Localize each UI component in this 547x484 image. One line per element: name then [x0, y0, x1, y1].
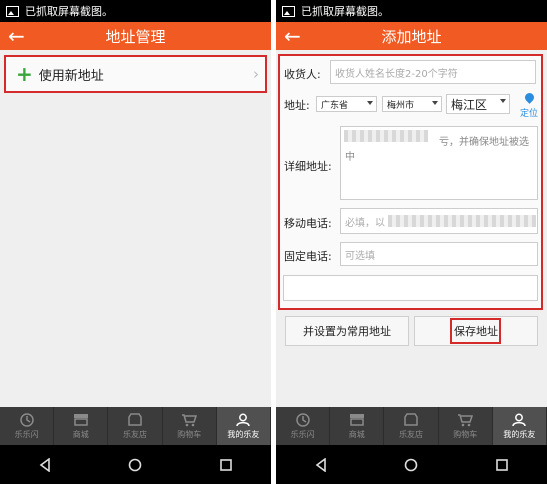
- tab-my-leyou[interactable]: 我的乐友: [492, 407, 547, 445]
- status-bar: 已抓取屏幕截图。: [276, 0, 547, 22]
- system-nav-bar: [276, 445, 547, 484]
- chevron-right-icon: ›: [253, 65, 259, 83]
- mobile-label: 移动电话:: [284, 217, 332, 230]
- locate-label[interactable]: 定位: [520, 106, 538, 119]
- bottom-tab-bar: 乐乐闪 商城 乐友店 购物车 我的乐友: [276, 407, 547, 445]
- new-address-label: 使用新地址: [38, 68, 104, 84]
- tab-label: 商城: [348, 429, 365, 439]
- status-bar: 已抓取屏幕截图。: [0, 0, 271, 22]
- page-title: 地址管理: [105, 27, 166, 46]
- tab-my-leyou[interactable]: 我的乐友: [216, 407, 271, 445]
- city-select[interactable]: 梅州市: [382, 96, 442, 112]
- store-icon: [73, 413, 89, 427]
- detail-hint: 亏，并确保地址被选: [439, 137, 529, 148]
- mobile-placeholder: 必填，以: [345, 217, 385, 229]
- system-nav-bar: [0, 445, 271, 484]
- recipient-label: 收货人:: [284, 68, 321, 81]
- header: ← 地址管理: [0, 22, 271, 50]
- cart-icon: [457, 413, 474, 427]
- nav-home-icon[interactable]: [399, 453, 423, 477]
- store-icon: [349, 413, 365, 427]
- tab-lelesan[interactable]: 乐乐闪: [276, 407, 331, 445]
- user-icon: [511, 413, 527, 427]
- status-text: 已抓取屏幕截图。: [25, 5, 113, 18]
- dropdown-arrow-icon: [432, 101, 438, 105]
- nav-back-icon[interactable]: [33, 453, 57, 477]
- tab-label: 乐乐闪: [14, 429, 39, 439]
- tab-mall[interactable]: 商城: [54, 407, 109, 445]
- screenshot-icon: [282, 5, 295, 17]
- district-value: 梅江区: [451, 97, 488, 112]
- screenshot-icon: [6, 5, 19, 17]
- dropdown-arrow-icon: [500, 99, 506, 103]
- save-highlight: [450, 318, 501, 344]
- back-arrow-icon[interactable]: ←: [8, 25, 25, 47]
- back-arrow-icon[interactable]: ←: [284, 25, 301, 47]
- tab-cart[interactable]: 购物车: [439, 407, 493, 445]
- recipient-input[interactable]: 收货人姓名长度2-20个字符: [330, 60, 536, 84]
- tab-leyou-store[interactable]: 乐友店: [384, 407, 439, 445]
- plus-icon: +: [16, 62, 33, 86]
- tab-lelesan[interactable]: 乐乐闪: [0, 407, 55, 445]
- dropdown-arrow-icon: [367, 101, 373, 105]
- district-select[interactable]: 梅江区: [446, 94, 510, 114]
- page-title: 添加地址: [381, 27, 442, 46]
- landline-input[interactable]: 可选填: [340, 242, 538, 266]
- extra-input[interactable]: [283, 275, 538, 301]
- redacted-text: [344, 130, 428, 142]
- tab-label: 我的乐友: [503, 429, 536, 439]
- header: ← 添加地址: [276, 22, 547, 50]
- city-value: 梅州市: [387, 100, 415, 111]
- tab-label: 乐友店: [399, 429, 423, 439]
- cart-icon: [181, 413, 198, 427]
- phone-label: 固定电话:: [284, 250, 332, 263]
- tab-label: 购物车: [453, 429, 478, 439]
- clock-icon: [295, 412, 311, 427]
- nav-recents-icon[interactable]: [490, 453, 514, 477]
- detail-address-label: 详细地址:: [284, 160, 332, 173]
- clock-icon: [19, 412, 35, 427]
- tab-label: 商城: [72, 429, 89, 439]
- tab-label: 乐乐闪: [290, 429, 315, 439]
- detail-hint-continued: 中: [345, 152, 355, 163]
- shop-icon: [127, 413, 143, 427]
- left-screen: 已抓取屏幕截图。 ← 地址管理 + 使用新地址 › 乐乐闪 商城 乐友店 购物车…: [0, 0, 271, 484]
- set-default-address-button[interactable]: 并设置为常用地址: [285, 316, 409, 346]
- bottom-tab-bar: 乐乐闪 商城 乐友店 购物车 我的乐友: [0, 407, 271, 445]
- nav-home-icon[interactable]: [123, 453, 147, 477]
- status-text: 已抓取屏幕截图。: [301, 5, 389, 18]
- nav-recents-icon[interactable]: [214, 453, 238, 477]
- tab-label: 乐友店: [123, 429, 147, 439]
- tab-leyou-store[interactable]: 乐友店: [108, 407, 163, 445]
- user-icon: [235, 413, 251, 427]
- province-value: 广东省: [321, 100, 349, 111]
- tab-label: 购物车: [177, 429, 202, 439]
- address-label: 地址:: [284, 99, 310, 112]
- redacted-phone: [388, 215, 536, 227]
- tab-label: 我的乐友: [227, 429, 260, 439]
- shop-icon: [403, 413, 419, 427]
- use-new-address-button[interactable]: + 使用新地址 ›: [4, 55, 267, 93]
- tab-cart[interactable]: 购物车: [163, 407, 217, 445]
- nav-back-icon[interactable]: [309, 453, 333, 477]
- province-select[interactable]: 广东省: [316, 96, 377, 112]
- tab-mall[interactable]: 商城: [330, 407, 385, 445]
